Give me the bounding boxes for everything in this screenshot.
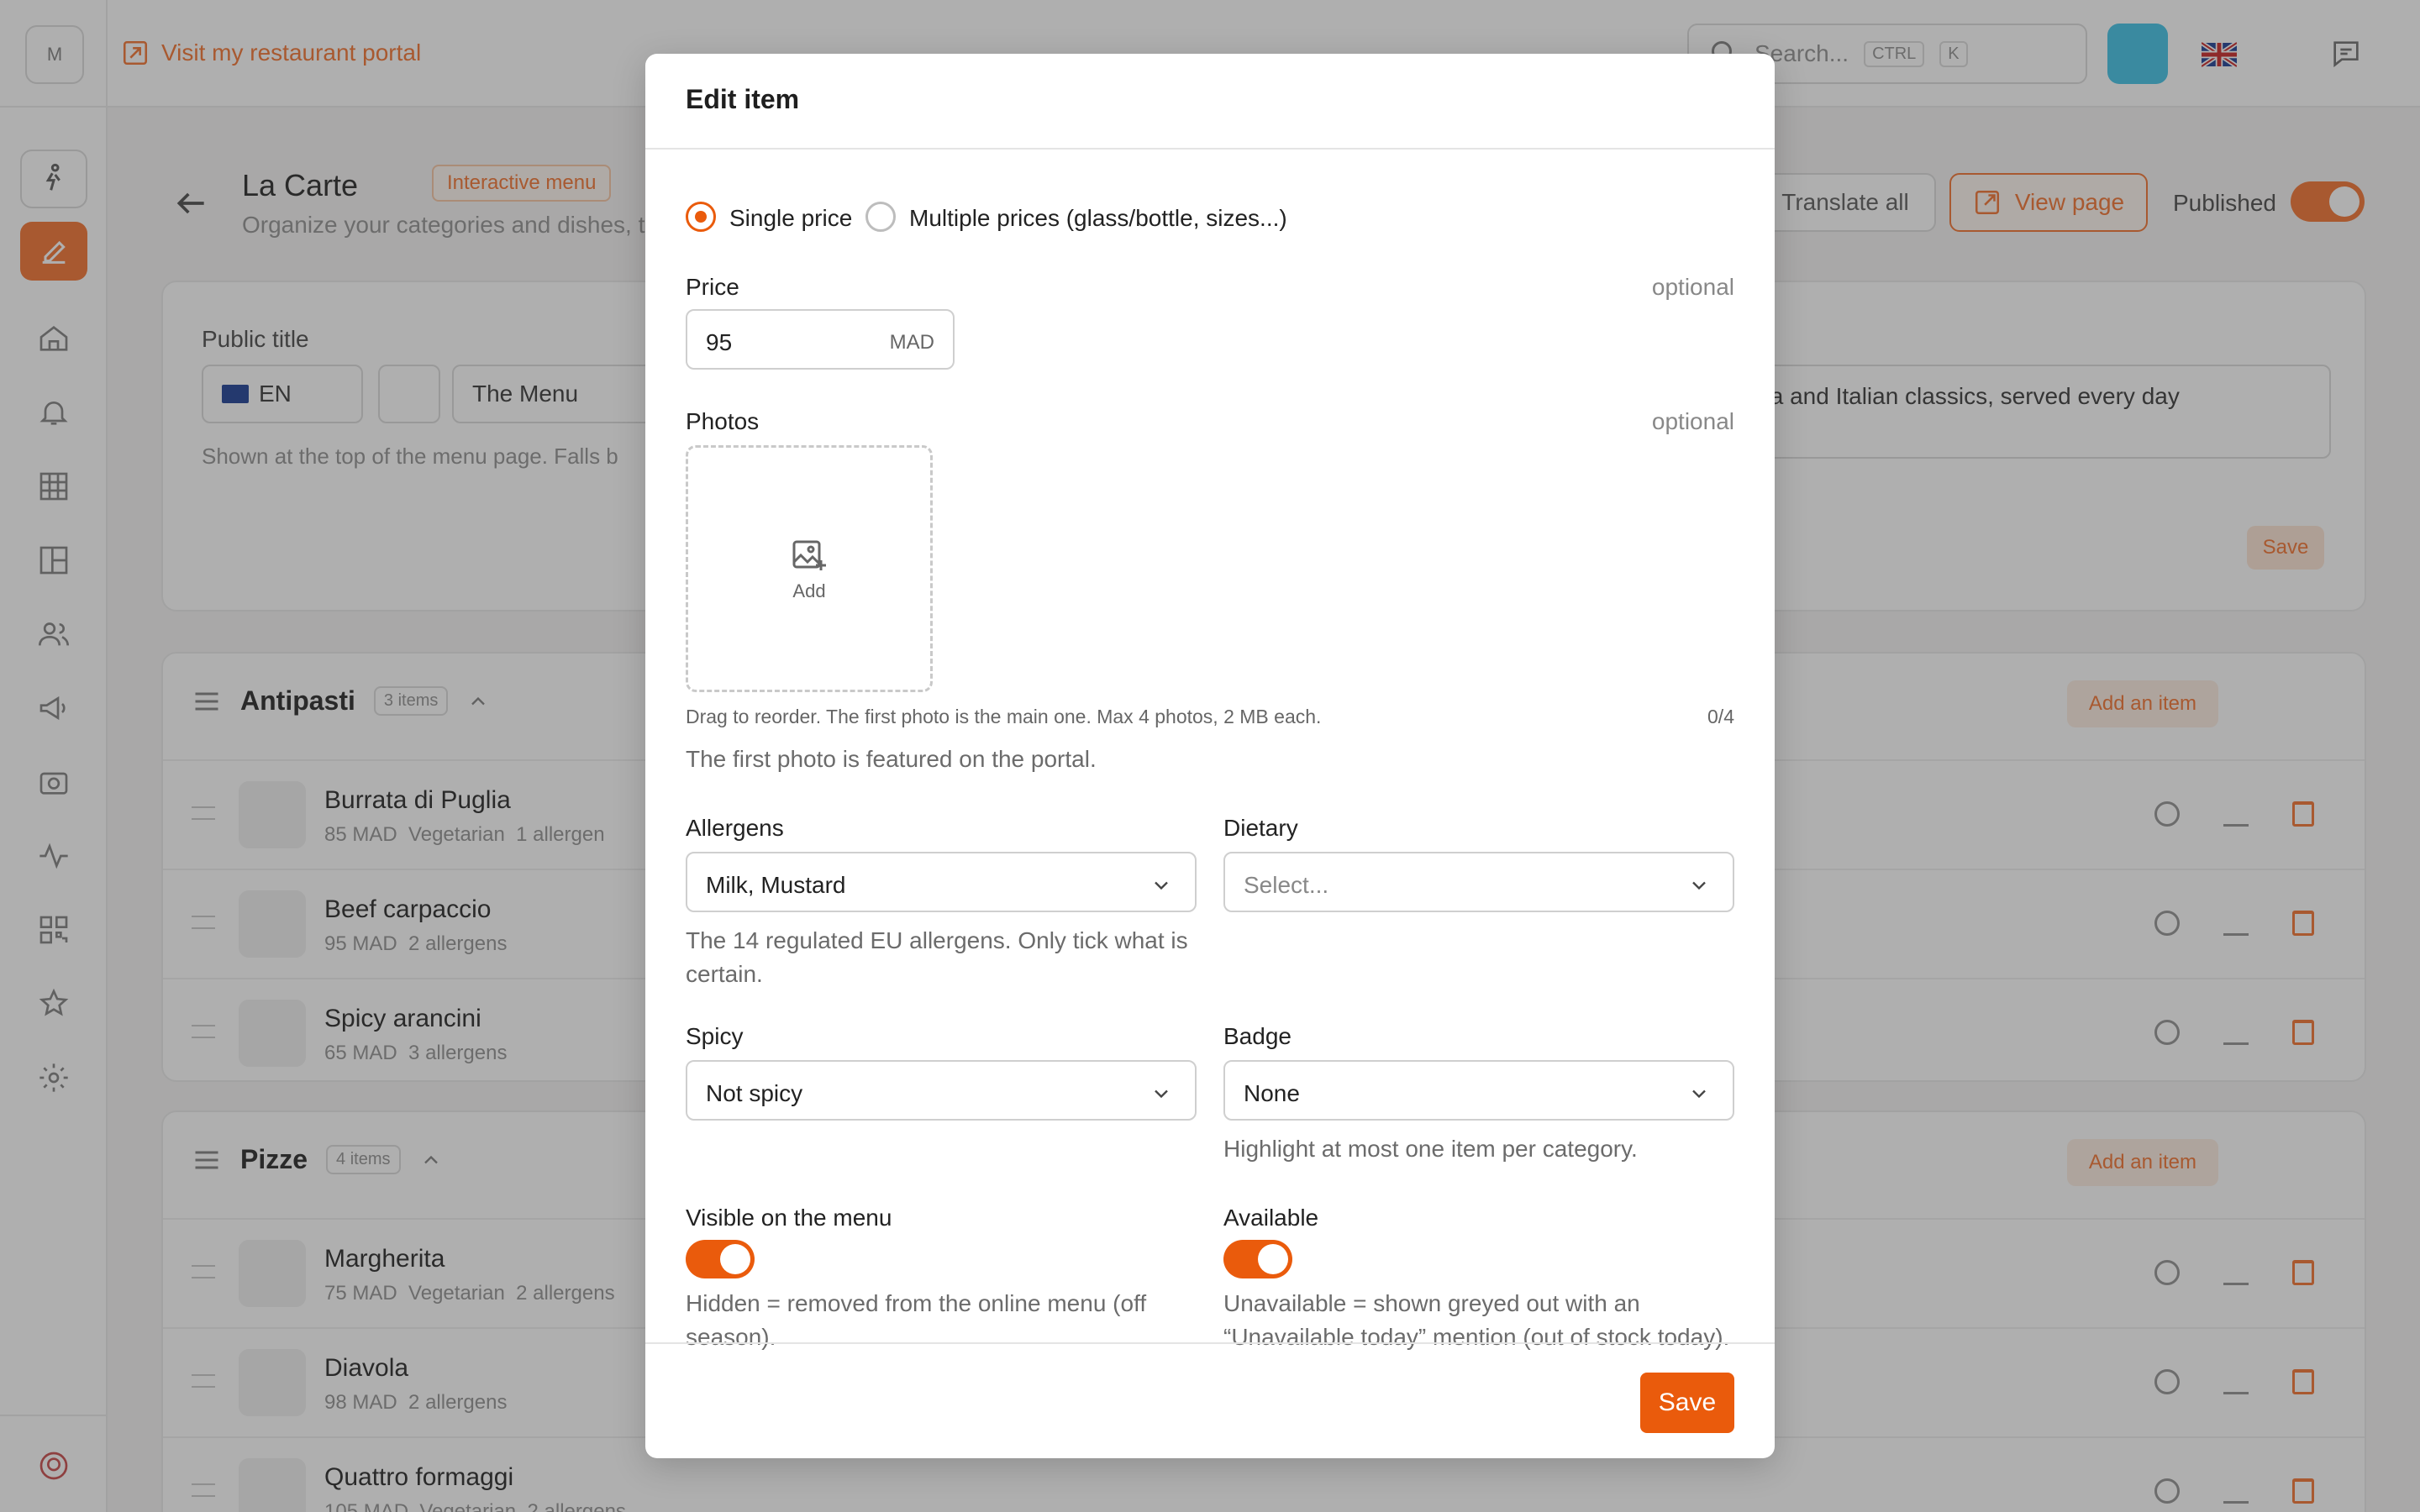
price-optional: optional [1651, 274, 1734, 300]
modal-title: Edit item [686, 84, 800, 114]
badge-value: None [1244, 1080, 1300, 1106]
save-button[interactable]: Save [1640, 1373, 1734, 1433]
allergens-help: The 14 regulated EU allergens. Only tick… [686, 927, 1188, 987]
photos-featured-note: The first photo is featured on the porta… [686, 746, 1097, 772]
badge-select[interactable]: None [1223, 1060, 1734, 1121]
photos-label: Photos [686, 408, 760, 434]
photos-counter: 0/4 [1707, 706, 1734, 727]
allergens-label: Allergens [686, 815, 784, 841]
modal-header: Edit item [645, 54, 1775, 150]
chevron-down-icon [1155, 881, 1168, 890]
single-price-radio[interactable] [686, 202, 716, 232]
photos-optional: optional [1651, 408, 1734, 434]
spicy-label: Spicy [686, 1023, 744, 1049]
available-label: Available [1223, 1205, 1319, 1231]
add-image-icon [792, 540, 826, 570]
chevron-down-icon [1692, 881, 1706, 890]
available-toggle[interactable] [1223, 1240, 1292, 1278]
chevron-down-icon [1155, 1089, 1168, 1099]
multiple-prices-label[interactable]: Multiple prices (glass/bottle, sizes...) [909, 205, 1287, 232]
add-photo-label: Add [792, 580, 826, 601]
dietary-placeholder: Select... [1244, 872, 1329, 898]
visible-label: Visible on the menu [686, 1205, 892, 1231]
single-price-label[interactable]: Single price [729, 205, 852, 232]
price-value: 95 [706, 329, 733, 355]
modal-footer: Save [645, 1342, 1775, 1458]
spicy-value: Not spicy [706, 1080, 803, 1106]
allergens-select[interactable]: Milk, Mustard [686, 852, 1197, 912]
dietary-select[interactable]: Select... [1223, 852, 1734, 912]
spicy-select[interactable]: Not spicy [686, 1060, 1197, 1121]
price-unit: MAD [889, 331, 934, 354]
photo-dropzone[interactable]: Add [686, 445, 933, 692]
chevron-down-icon [1692, 1089, 1706, 1099]
price-label: Price [686, 274, 739, 300]
visible-toggle[interactable] [686, 1240, 755, 1278]
badge-label: Badge [1223, 1023, 1292, 1049]
edit-item-modal: Edit item Single price Multiple prices (… [645, 54, 1775, 1458]
dietary-label: Dietary [1223, 815, 1298, 841]
price-input[interactable]: 95 MAD [686, 309, 955, 370]
badge-help: Highlight at most one item per category. [1223, 1136, 1638, 1162]
allergens-value: Milk, Mustard [706, 872, 846, 898]
multiple-prices-radio[interactable] [865, 202, 896, 232]
photos-drag-hint: Drag to reorder. The first photo is the … [686, 706, 1322, 727]
modal-body: Single price Multiple prices (glass/bott… [645, 150, 1775, 1396]
